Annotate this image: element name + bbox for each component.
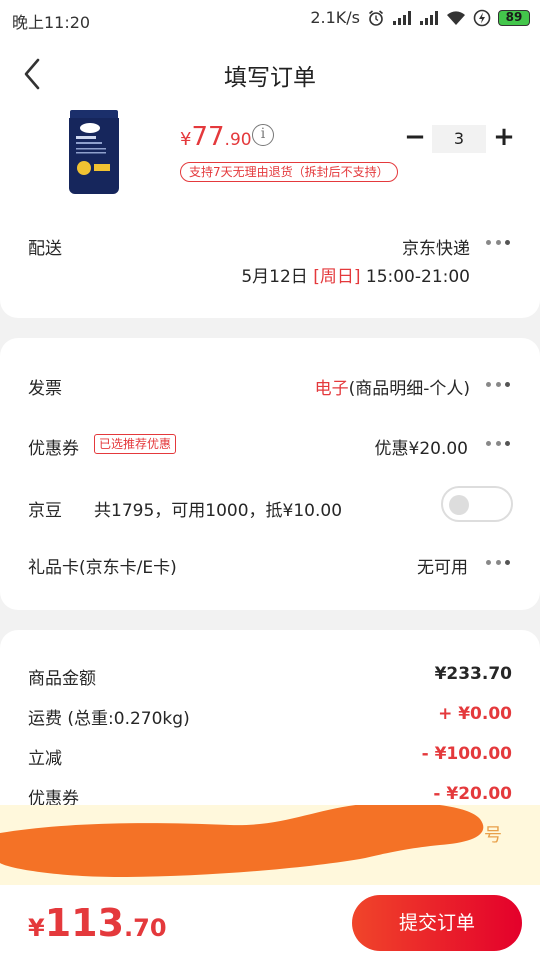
summary-label: 运费 (总重:0.270kg): [28, 709, 190, 729]
signal-icon-2: [420, 10, 438, 25]
coupon-recommended-tag: 已选推荐优惠: [94, 434, 177, 454]
invoice-type: 电子: [314, 379, 349, 399]
delivery-carrier[interactable]: 京东快递: [402, 234, 470, 259]
delivery-date: 5月12日: [241, 267, 308, 287]
submit-order-button[interactable]: 提交订单: [352, 895, 522, 951]
invoice-detail: (商品明细-个人): [348, 379, 470, 399]
summary-value: - ¥100.00: [421, 744, 512, 764]
delivery-time-slot: 15:00-21:00: [365, 267, 470, 287]
delivery-weekday: [周日]: [313, 267, 361, 287]
summary-value: + ¥0.00: [438, 704, 512, 724]
coupon-more-icon[interactable]: [483, 439, 513, 449]
wifi-icon: [447, 10, 465, 25]
status-time: 晚上11:20: [12, 13, 91, 32]
total-price: ¥113.70: [28, 901, 167, 945]
toggle-knob: [449, 495, 469, 515]
options-card: 发票 电子(商品明细-个人) 优惠券 已选推荐优惠 优惠¥20.00 京豆 共1…: [0, 338, 540, 610]
delivery-label: 配送: [28, 239, 62, 259]
status-icons: 2.1K/s 89: [310, 8, 530, 27]
quantity-decrease-button[interactable]: −: [404, 124, 426, 150]
status-bar: 晚上11:20 2.1K/s 89: [0, 0, 540, 38]
gift-card-value[interactable]: 无可用: [417, 553, 468, 578]
delivery-time[interactable]: 5月12日 [周日] 15:00-21:00: [241, 262, 470, 287]
unit-price: ¥77.90: [180, 122, 252, 152]
signal-icon: [393, 10, 411, 25]
product-card: ¥77.90 i − 3 + 支持7天无理由退货（拆封后不支持） 配送 京东快递…: [0, 110, 540, 318]
coupon-label: 优惠券: [28, 439, 79, 459]
invoice-value[interactable]: 电子(商品明细-个人): [315, 374, 470, 399]
summary-value: ¥233.70: [434, 664, 512, 684]
coupon-value[interactable]: 优惠¥20.00: [375, 434, 468, 459]
price-decimal: .90: [224, 130, 252, 150]
price-integer: 77: [191, 122, 225, 152]
alarm-icon: [368, 9, 384, 26]
product-image[interactable]: [68, 110, 120, 194]
summary-label: 商品金额: [28, 669, 96, 689]
more-dots-icon[interactable]: [483, 238, 513, 248]
jingdou-label: 京豆: [28, 501, 62, 521]
summary-label: 立减: [28, 749, 62, 769]
quantity-input[interactable]: 3: [432, 125, 486, 153]
checkout-footer: ¥113.70 提交订单: [0, 885, 540, 960]
gift-card-more-icon[interactable]: [483, 558, 513, 568]
total-integer: 113: [44, 901, 125, 945]
return-policy-tag: 支持7天无理由退货（拆封后不支持）: [180, 162, 398, 182]
price-symbol: ¥: [180, 129, 192, 150]
gift-card-label: 礼品卡(京东卡/E卡): [28, 558, 177, 578]
battery-icon: 89: [498, 9, 530, 26]
charging-icon: [473, 9, 491, 26]
quantity-increase-button[interactable]: +: [492, 124, 516, 150]
notice-banner: 号: [0, 805, 540, 885]
redaction-mark: [0, 805, 484, 877]
network-speed: 2.1K/s: [310, 8, 360, 27]
summary-value: - ¥20.00: [433, 784, 512, 804]
total-symbol: ¥: [28, 914, 45, 942]
page-title: 填写订单: [224, 65, 316, 91]
nav-bar: 填写订单: [0, 38, 540, 110]
total-decimal: .70: [124, 914, 167, 942]
jingdou-toggle[interactable]: [441, 486, 513, 522]
invoice-label: 发票: [28, 379, 62, 399]
info-icon[interactable]: i: [252, 124, 274, 146]
invoice-more-icon[interactable]: [483, 380, 513, 390]
jingdou-detail: 共1795，可用1000，抵¥10.00: [94, 501, 343, 521]
